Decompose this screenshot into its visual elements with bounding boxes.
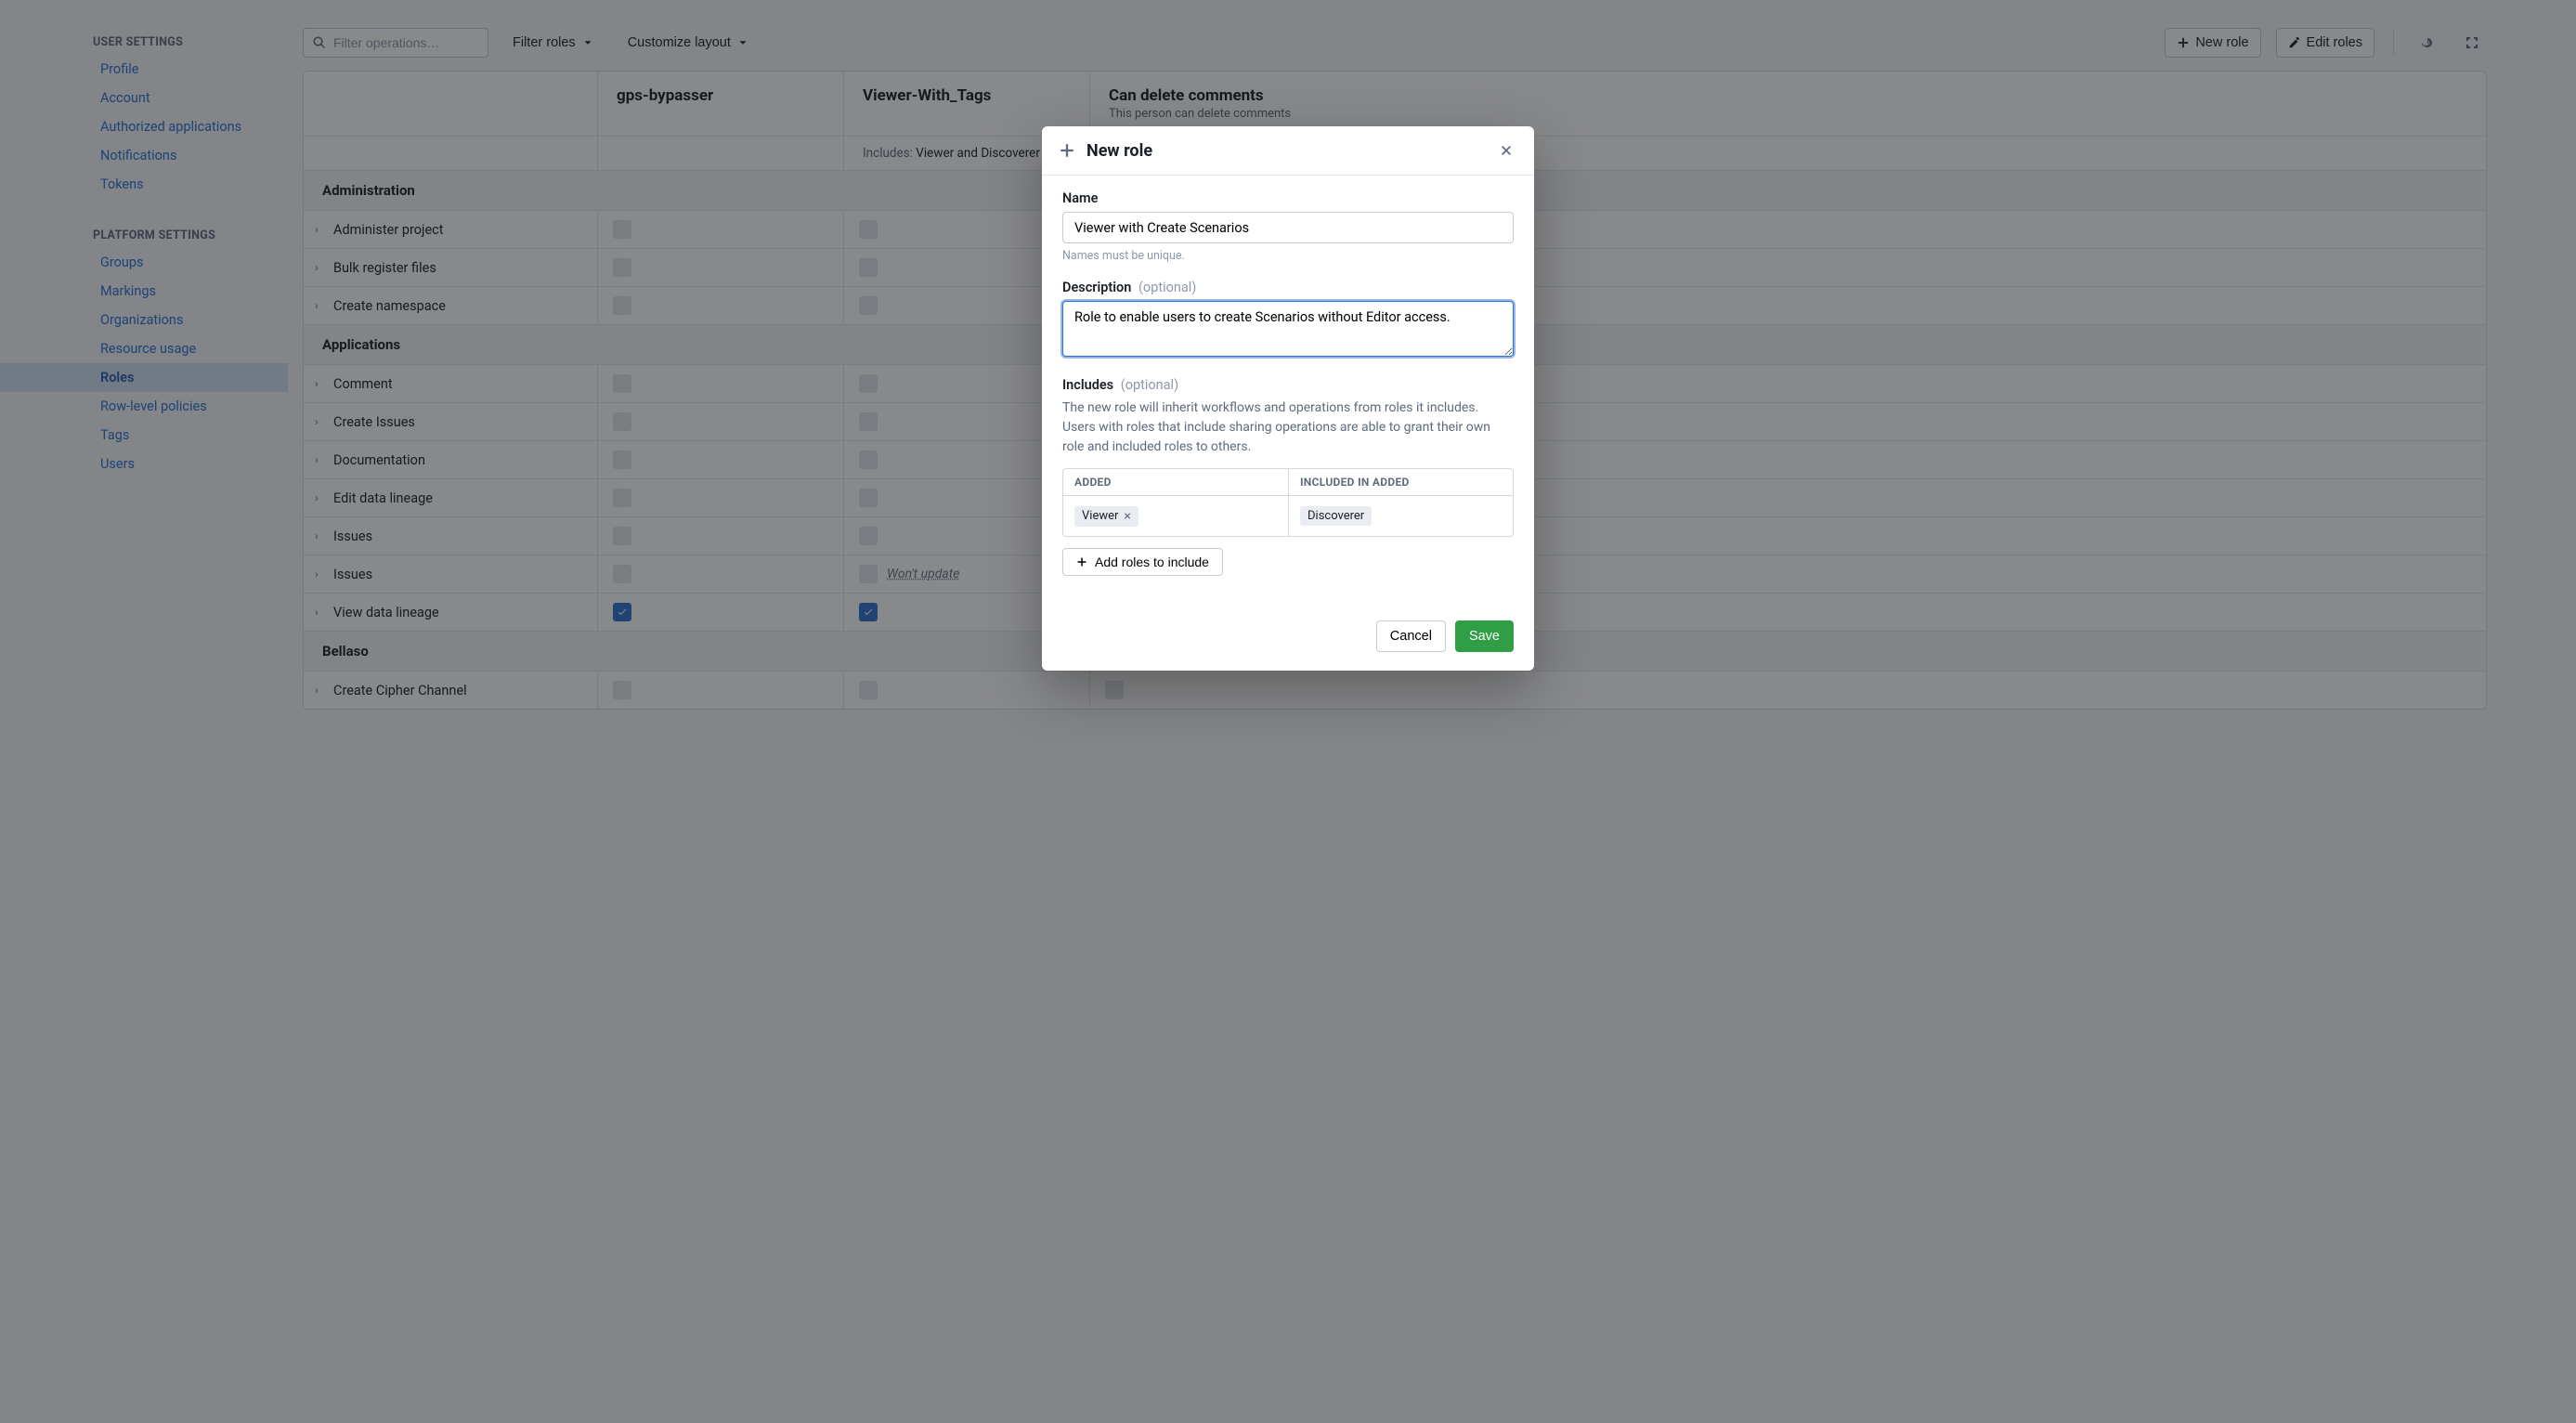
cancel-button[interactable]: Cancel xyxy=(1376,620,1446,652)
plus-icon xyxy=(1076,556,1087,568)
new-role-modal: New role Name Names must be unique. Desc… xyxy=(1042,126,1534,671)
description-label: Description xyxy=(1062,280,1131,295)
add-roles-button[interactable]: Add roles to include xyxy=(1062,548,1223,576)
remove-tag-button[interactable]: × xyxy=(1124,509,1130,524)
role-tag: Discoverer xyxy=(1300,506,1372,526)
optional-label: (optional) xyxy=(1121,377,1178,393)
save-button[interactable]: Save xyxy=(1455,620,1514,652)
tag-label: Viewer xyxy=(1082,509,1118,523)
includes-table: ADDED INCLUDED IN ADDED Viewer × Discove… xyxy=(1062,468,1514,537)
includes-description: The new role will inherit workflows and … xyxy=(1062,398,1514,457)
added-header: ADDED xyxy=(1063,469,1288,496)
name-input[interactable] xyxy=(1062,212,1514,243)
name-help: Names must be unique. xyxy=(1062,249,1514,263)
modal-title: New role xyxy=(1086,141,1484,161)
included-header: INCLUDED IN ADDED xyxy=(1288,469,1513,496)
tag-label: Discoverer xyxy=(1308,509,1364,523)
role-tag: Viewer × xyxy=(1074,506,1138,527)
description-textarea[interactable] xyxy=(1062,301,1514,357)
optional-label: (optional) xyxy=(1138,280,1196,295)
name-label: Name xyxy=(1062,190,1514,206)
close-icon xyxy=(1500,144,1513,157)
plus-icon xyxy=(1059,142,1075,159)
includes-label: Includes xyxy=(1062,377,1113,393)
add-roles-label: Add roles to include xyxy=(1095,555,1209,569)
close-button[interactable] xyxy=(1495,139,1517,162)
